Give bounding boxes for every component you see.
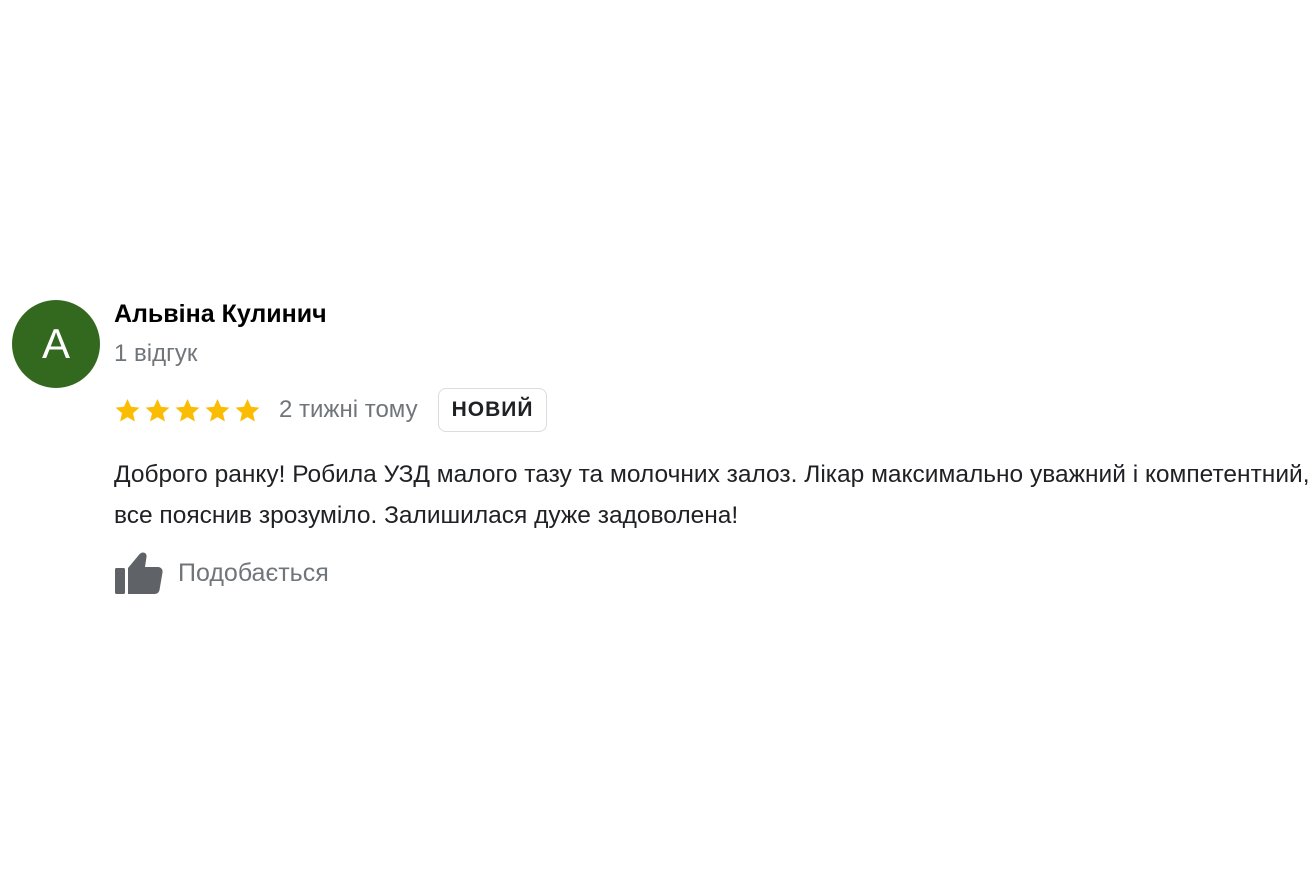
review-time: 2 тижні тому <box>279 396 418 423</box>
avatar[interactable]: A <box>12 300 100 388</box>
star-rating <box>114 397 261 424</box>
review-count[interactable]: 1 відгук <box>114 340 197 368</box>
like-button[interactable]: Подобається <box>114 550 329 596</box>
new-badge: НОВИЙ <box>437 388 548 432</box>
star-icon <box>235 398 260 422</box>
star-icon <box>115 398 140 422</box>
like-label: Подобається <box>178 558 329 587</box>
star-icon <box>205 398 230 422</box>
author-name[interactable]: Альвіна Кулинич <box>114 300 327 329</box>
star-icon <box>145 398 170 422</box>
star-icon <box>175 398 200 422</box>
review-meta: 2 тижні тому НОВИЙ <box>114 386 548 434</box>
review-text: Доброго ранку! Робила УЗД малого тазу та… <box>114 461 1310 529</box>
thumbs-up-icon <box>115 552 163 594</box>
